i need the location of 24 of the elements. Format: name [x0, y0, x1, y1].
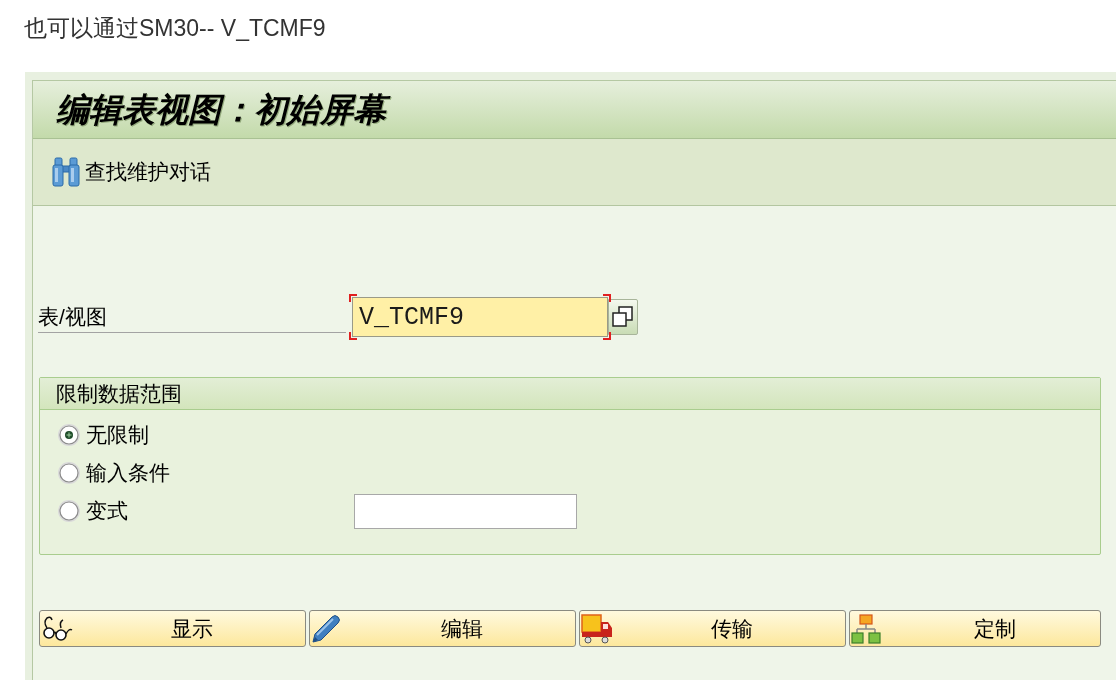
radio-button[interactable] — [57, 461, 81, 485]
table-view-input[interactable]: V_TCMF9 — [352, 297, 608, 337]
group-title: 限制数据范围 — [56, 380, 182, 407]
action-button[interactable]: 编辑 — [309, 610, 576, 647]
option-label: 变式 — [86, 498, 128, 524]
toolbar-button[interactable]: 查找维护对话 — [52, 157, 211, 187]
action-button[interactable]: 传输 — [579, 610, 846, 647]
intro-text: 也可以通过SM30-- V_TCMF9 — [24, 15, 326, 41]
binoculars-icon — [52, 157, 80, 187]
glasses-icon — [41, 615, 73, 642]
option-label: 输入条件 — [86, 460, 170, 486]
action-button[interactable]: 定制 — [849, 610, 1101, 647]
option-label: 无限制 — [86, 422, 149, 448]
copy-icon — [612, 306, 634, 328]
org-chart-icon — [851, 613, 881, 644]
pencil-icon — [311, 613, 341, 644]
field-label: 表/视图 — [38, 303, 346, 333]
action-button[interactable]: 显示 — [39, 610, 306, 647]
radio-button[interactable] — [57, 499, 81, 523]
truck-icon — [581, 613, 613, 644]
variant-input[interactable] — [354, 493, 577, 529]
radio-button[interactable] — [57, 423, 81, 447]
window-title: 编辑表视图：初始屏幕 — [54, 86, 396, 133]
value-help-button[interactable] — [608, 299, 638, 335]
